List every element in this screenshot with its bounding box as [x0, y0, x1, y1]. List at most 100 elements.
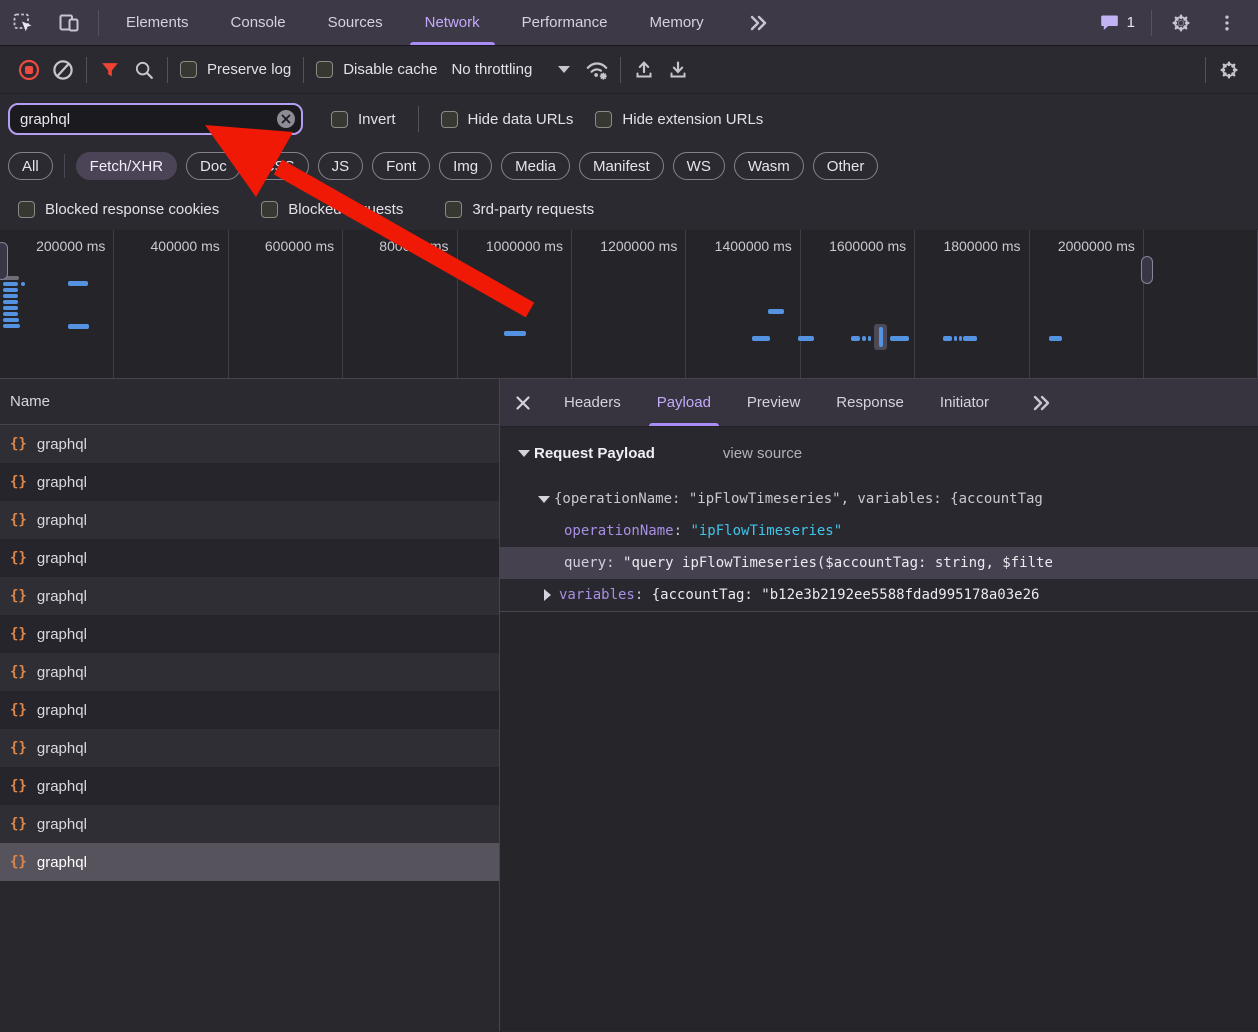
table-row[interactable]: {}graphql	[0, 691, 499, 729]
checkbox[interactable]	[261, 201, 278, 218]
hide-data-urls-checkbox[interactable]	[441, 111, 458, 128]
type-chip-manifest[interactable]: Manifest	[579, 152, 664, 180]
waterfall-bar	[3, 312, 18, 316]
network-conditions-icon[interactable]	[580, 53, 614, 87]
triangle-down-icon	[538, 496, 550, 503]
details-tab-headers[interactable]: Headers	[546, 379, 639, 426]
network-overview-timeline[interactable]: 200000 ms400000 ms600000 ms800000 ms1000…	[0, 230, 1258, 379]
network-toolbar: Preserve log Disable cache No throttling	[0, 46, 1258, 94]
preserve-log-toggle[interactable]: Preserve log	[180, 61, 291, 78]
table-row[interactable]: {}graphql	[0, 539, 499, 577]
tab-elements[interactable]: Elements	[105, 0, 210, 45]
inspect-element-icon[interactable]	[0, 0, 46, 45]
clear-filter-icon[interactable]	[277, 110, 295, 128]
table-row[interactable]: {}graphql	[0, 767, 499, 805]
checkbox[interactable]	[445, 201, 462, 218]
timeline-right-handle[interactable]	[1141, 256, 1153, 284]
waterfall-bar	[768, 309, 784, 314]
type-chip-css[interactable]: CSS	[250, 152, 309, 180]
json-braces-icon: {}	[10, 588, 27, 604]
table-row[interactable]: {}graphql	[0, 501, 499, 539]
type-chip-doc[interactable]: Doc	[186, 152, 241, 180]
details-tab-payload[interactable]: Payload	[639, 379, 729, 426]
table-row[interactable]: {}graphql	[0, 463, 499, 501]
payload-variables-row[interactable]: variables {accountTag: "b12e3b2192ee5588…	[500, 579, 1258, 611]
network-filter-row: Invert Hide data URLs Hide extension URL…	[0, 94, 1258, 144]
record-network-log-icon[interactable]	[12, 53, 46, 87]
invert-checkbox[interactable]	[331, 111, 348, 128]
divider	[418, 106, 419, 132]
request-details-panel: HeadersPayloadPreviewResponseInitiator R…	[500, 379, 1258, 1031]
hide-data-urls-toggle[interactable]: Hide data URLs	[441, 111, 574, 128]
device-toolbar-icon[interactable]	[46, 0, 92, 45]
kebab-menu-icon[interactable]	[1204, 13, 1250, 33]
type-chip-all[interactable]: All	[8, 152, 53, 180]
type-chip-js[interactable]: JS	[318, 152, 364, 180]
throttling-select[interactable]: No throttling	[451, 61, 570, 78]
table-row[interactable]: {}graphql	[0, 615, 499, 653]
type-chip-wasm[interactable]: Wasm	[734, 152, 804, 180]
payload-root-preview: {operationName: "ipFlowTimeseries", vari…	[554, 483, 1043, 515]
request-payload-section[interactable]: Request Payload view source	[500, 435, 1258, 471]
waterfall-bar	[959, 336, 962, 341]
table-row[interactable]: {}graphql	[0, 729, 499, 767]
name-column-header[interactable]: Name	[0, 379, 499, 425]
more-details-tabs-icon[interactable]	[1029, 393, 1053, 413]
payload-tree: {operationName: "ipFlowTimeseries", vari…	[500, 483, 1258, 612]
clear-network-log-icon[interactable]	[46, 53, 80, 87]
adv-filter-blocked-requests[interactable]: Blocked requests	[261, 201, 403, 218]
adv-filter-3rd-party-requests[interactable]: 3rd-party requests	[445, 201, 594, 218]
disable-cache-checkbox[interactable]	[316, 61, 333, 78]
import-har-icon[interactable]	[627, 53, 661, 87]
view-source-link[interactable]: view source	[723, 445, 802, 462]
tab-console[interactable]: Console	[210, 0, 307, 45]
filter-icon[interactable]	[93, 53, 127, 87]
issues-counter[interactable]: 1	[1089, 12, 1145, 33]
network-main-split: Name {}graphql{}graphql{}graphql{}graphq…	[0, 379, 1258, 1031]
tab-network[interactable]: Network	[404, 0, 501, 45]
close-details-icon[interactable]	[500, 395, 546, 411]
adv-filter-blocked-response-cookies[interactable]: Blocked response cookies	[18, 201, 219, 218]
search-icon[interactable]	[127, 53, 161, 87]
json-braces-icon: {}	[10, 664, 27, 680]
table-row[interactable]: {}graphql	[0, 805, 499, 843]
payload-root-row[interactable]: {operationName: "ipFlowTimeseries", vari…	[500, 483, 1258, 515]
type-chip-ws[interactable]: WS	[673, 152, 725, 180]
payload-operation-row[interactable]: operationName "ipFlowTimeseries"	[500, 515, 1258, 547]
preserve-log-checkbox[interactable]	[180, 61, 197, 78]
disable-cache-toggle[interactable]: Disable cache	[316, 61, 437, 78]
export-har-icon[interactable]	[661, 53, 695, 87]
disable-cache-label: Disable cache	[343, 61, 437, 78]
more-panels-icon[interactable]	[725, 0, 791, 45]
filter-input[interactable]	[8, 103, 303, 135]
details-tab-initiator[interactable]: Initiator	[922, 379, 1007, 426]
type-chip-img[interactable]: Img	[439, 152, 492, 180]
network-settings-gear-icon[interactable]	[1212, 53, 1246, 87]
tab-sources[interactable]: Sources	[307, 0, 404, 45]
table-row[interactable]: {}graphql	[0, 843, 499, 881]
invert-toggle[interactable]: Invert	[331, 111, 396, 128]
tab-performance[interactable]: Performance	[501, 0, 629, 45]
settings-gear-icon[interactable]	[1158, 12, 1204, 34]
tab-memory[interactable]: Memory	[629, 0, 725, 45]
payload-empty-area	[500, 612, 1258, 1031]
waterfall-bar	[752, 336, 770, 341]
hide-extension-urls-toggle[interactable]: Hide extension URLs	[595, 111, 763, 128]
type-chip-other[interactable]: Other	[813, 152, 879, 180]
type-chip-media[interactable]: Media	[501, 152, 570, 180]
table-row[interactable]: {}graphql	[0, 425, 499, 463]
table-row[interactable]: {}graphql	[0, 653, 499, 691]
selected-request-marker	[874, 324, 887, 350]
payload-query-row[interactable]: query "query ipFlowTimeseries($accountTa…	[500, 547, 1258, 579]
json-braces-icon: {}	[10, 550, 27, 566]
payload-key: query	[564, 547, 623, 579]
details-tab-preview[interactable]: Preview	[729, 379, 818, 426]
details-tab-response[interactable]: Response	[818, 379, 922, 426]
checkbox[interactable]	[18, 201, 35, 218]
table-row[interactable]: {}graphql	[0, 577, 499, 615]
json-braces-icon: {}	[10, 854, 27, 870]
timeline-left-handle[interactable]	[0, 242, 8, 280]
type-chip-fetchxhr[interactable]: Fetch/XHR	[76, 152, 177, 180]
hide-extension-urls-checkbox[interactable]	[595, 111, 612, 128]
type-chip-font[interactable]: Font	[372, 152, 430, 180]
